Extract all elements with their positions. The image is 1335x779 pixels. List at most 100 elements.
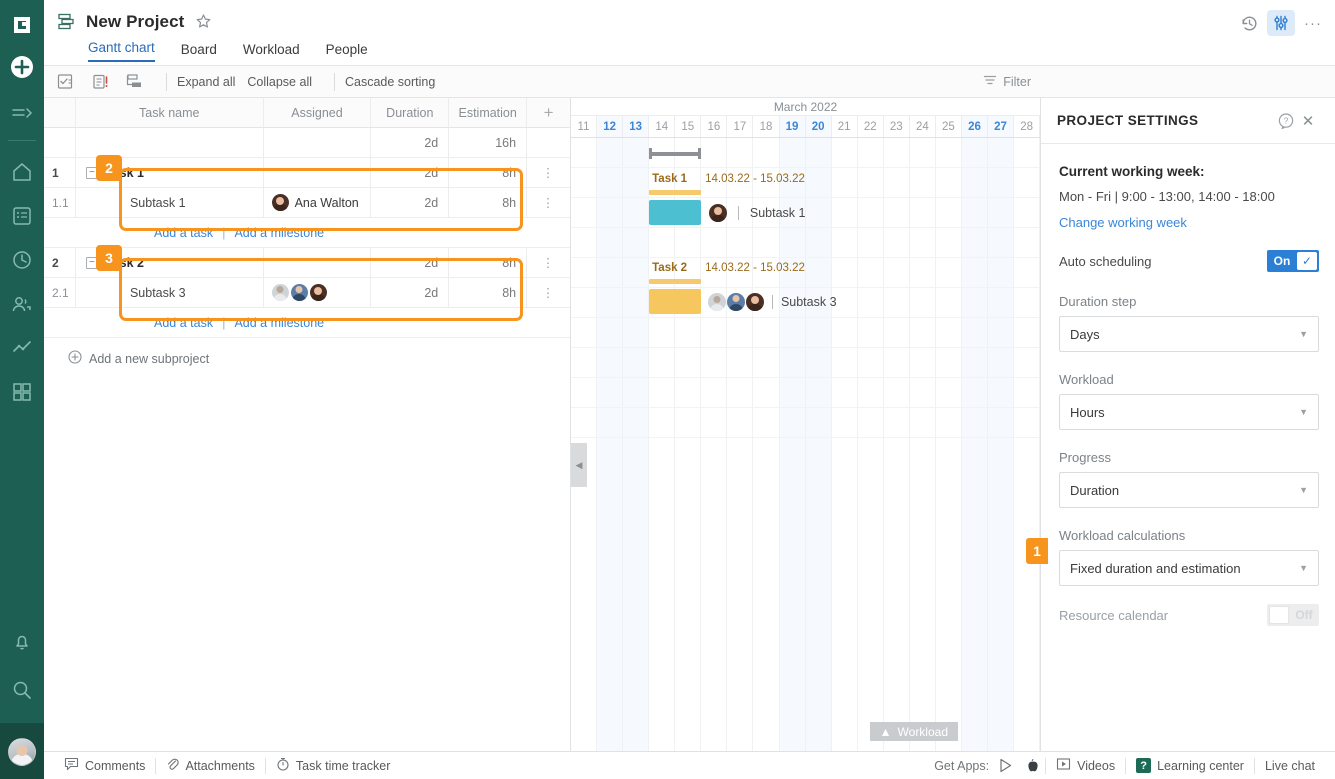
task-grid: Task name Assigned Duration Estimation +… (44, 98, 571, 751)
add-column-button[interactable]: + (527, 98, 570, 127)
gantt-bars-layer: Task 1 14.03.22 - 15.03.22 Subtask 1 Tas… (571, 138, 1040, 751)
auto-scheduling-toggle[interactable]: On ✓ (1267, 250, 1319, 272)
add-icon[interactable] (7, 52, 37, 82)
settings-sliders-icon[interactable] (1267, 10, 1295, 36)
working-week-title: Current working week: (1059, 164, 1205, 179)
duration-step-select[interactable]: Days ▼ (1059, 316, 1319, 352)
add-milestone-button[interactable]: Add a milestone (234, 316, 324, 330)
row-task-name: Subtask 3 (76, 278, 264, 307)
column-header-estimation[interactable]: Estimation (449, 98, 528, 127)
table-row[interactable]: 2d 16h (44, 128, 570, 158)
row-menu-icon[interactable]: ⋮ (527, 158, 570, 187)
tab-people[interactable]: People (326, 42, 368, 62)
critical-path-icon[interactable] (88, 72, 112, 92)
row-estimation: 16h (449, 128, 528, 157)
row-assigned[interactable]: Ana Walton (264, 188, 372, 217)
collapse-all-button[interactable]: Collapse all (247, 75, 312, 89)
task-time-tracker-button[interactable]: Task time tracker (266, 757, 400, 774)
comment-icon (64, 757, 79, 774)
comments-button[interactable]: Comments (54, 757, 155, 774)
expand-menu-icon[interactable] (9, 100, 35, 126)
search-icon[interactable] (9, 677, 35, 703)
videos-button[interactable]: Videos (1046, 757, 1125, 774)
table-row[interactable]: 2.1 Subtask 3 2d 8h ⋮ (44, 278, 570, 308)
left-nav-rail (0, 0, 44, 779)
row-menu-icon[interactable]: ⋮ (527, 278, 570, 307)
live-chat-button[interactable]: Live chat (1255, 759, 1325, 773)
apple-icon[interactable] (1019, 758, 1045, 773)
cascade-sorting-button[interactable]: Cascade sorting (345, 75, 435, 89)
bar-cap-right (698, 148, 702, 159)
tab-gantt-chart[interactable]: Gantt chart (88, 40, 155, 62)
tab-board[interactable]: Board (181, 42, 217, 62)
time-icon[interactable] (9, 247, 35, 273)
project-summary-bar[interactable] (649, 148, 702, 159)
subtask1-bar[interactable] (649, 200, 702, 225)
add-row-group-1: Add a task | Add a milestone (44, 218, 570, 248)
help-icon[interactable]: ? (1275, 110, 1297, 132)
column-header-duration[interactable]: Duration (371, 98, 450, 127)
tasks-icon[interactable] (9, 203, 35, 229)
checklist-icon[interactable] (54, 72, 78, 92)
close-icon[interactable]: ✕ (1297, 110, 1319, 132)
add-new-subproject-button[interactable]: Add a new subproject (44, 338, 570, 367)
change-working-week-link[interactable]: Change working week (1059, 215, 1187, 230)
progress-select[interactable]: Duration ▼ (1059, 472, 1319, 508)
annotation-badge-2: 2 (96, 155, 122, 181)
workload-select[interactable]: Hours ▼ (1059, 394, 1319, 430)
row-id (44, 128, 76, 157)
timeline-day-18: 18 (753, 116, 780, 137)
app-logo[interactable] (9, 12, 35, 38)
add-milestone-button[interactable]: Add a milestone (234, 226, 324, 240)
add-row-group-2: Add a task | Add a milestone (44, 308, 570, 338)
avatar[interactable] (8, 738, 36, 766)
home-icon[interactable] (9, 159, 35, 185)
column-header-task-name[interactable]: Task name (76, 98, 264, 127)
indent-icon[interactable] (122, 72, 146, 92)
filter-icon (983, 74, 997, 89)
task1-summary-bar[interactable] (649, 190, 702, 195)
resource-calendar-label: Resource calendar (1059, 607, 1169, 623)
filter-button[interactable]: Filter (983, 74, 1031, 89)
add-task-button[interactable]: Add a task (154, 316, 213, 330)
attachments-button[interactable]: Attachments (156, 757, 264, 774)
people-icon[interactable] (9, 291, 35, 317)
workload-toggle-button[interactable]: ▲ Workload (869, 722, 958, 741)
resource-calendar-row: Resource calendar Off (1059, 604, 1319, 626)
favorite-star-icon[interactable] (194, 13, 212, 31)
bell-icon[interactable] (9, 629, 35, 655)
subtask3-bar[interactable] (649, 289, 702, 314)
row-assigned[interactable] (264, 158, 372, 187)
tab-workload[interactable]: Workload (243, 42, 300, 62)
row-assigned[interactable] (264, 128, 372, 157)
row-assigned[interactable] (264, 248, 372, 277)
add-task-button[interactable]: Add a task (154, 226, 213, 240)
collapse-grid-handle[interactable]: ◀ (571, 443, 587, 487)
history-icon[interactable] (1235, 10, 1263, 36)
learning-center-button[interactable]: ? Learning center (1126, 758, 1254, 773)
row-estimation: 8h (449, 188, 528, 217)
row-menu-icon[interactable]: ⋮ (527, 188, 570, 217)
row-menu-icon[interactable]: ⋮ (527, 248, 570, 277)
row-duration: 2d (371, 248, 450, 277)
table-row[interactable]: 2 − Task 2 2d 8h ⋮ (44, 248, 570, 278)
row-id: 1 (44, 158, 76, 187)
avatar (309, 284, 327, 301)
table-row[interactable]: 1.1 Subtask 1 Ana Walton 2d 8h ⋮ (44, 188, 570, 218)
reports-icon[interactable] (9, 335, 35, 361)
task2-summary-bar[interactable] (649, 279, 702, 284)
more-options-icon[interactable]: ··· (1299, 10, 1327, 36)
column-header-assigned[interactable]: Assigned (264, 98, 372, 127)
avatar (726, 293, 745, 311)
workload-calculations-select[interactable]: Fixed duration and estimation ▼ (1059, 550, 1319, 586)
add-row-divider: | (222, 315, 226, 330)
timeline-day-14: 14 (649, 116, 676, 137)
apps-icon[interactable] (9, 379, 35, 405)
resource-calendar-toggle[interactable]: Off (1267, 604, 1319, 626)
table-row[interactable]: 1 − Task 1 2d 8h ⋮ (44, 158, 570, 188)
google-play-icon[interactable] (993, 758, 1019, 773)
progress-value: Duration (1070, 482, 1120, 498)
checkmark-icon: ✓ (1297, 252, 1317, 270)
expand-all-button[interactable]: Expand all (177, 75, 235, 89)
row-assigned[interactable] (264, 278, 372, 307)
